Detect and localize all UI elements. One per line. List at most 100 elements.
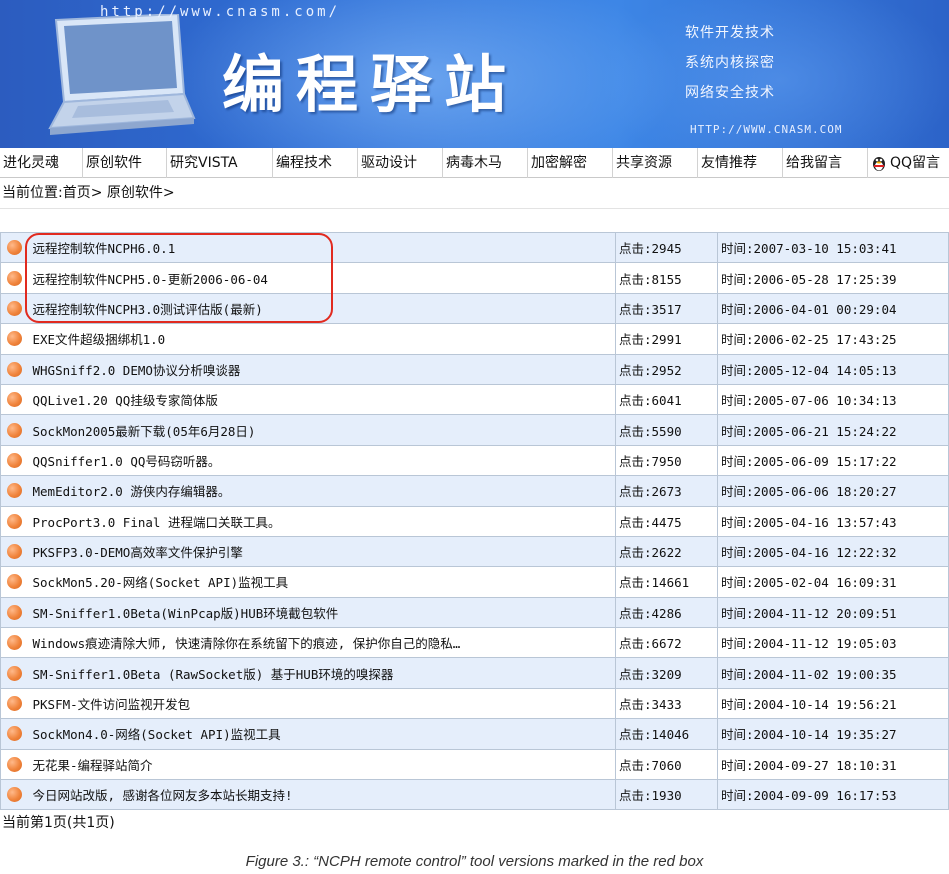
article-title-link[interactable]: QQLive1.20 QQ挂级专家简体版 [33,393,218,408]
nav-item-original-software[interactable]: 原创软件 [83,148,167,178]
bullet-icon [7,604,23,620]
article-title-link[interactable]: SockMon5.20-网络(Socket API)监视工具 [33,575,289,590]
nav-item-vista[interactable]: 研究VISTA [167,148,273,178]
bullet-icon [7,726,23,742]
row-title-cell: 远程控制软件NCPH6.0.1 [28,231,616,264]
bullet-icon [7,392,23,408]
row-bullet-cell [0,505,29,537]
article-title-link[interactable]: SockMon2005最新下载(05年6月28日) [33,424,256,439]
article-title-link[interactable]: MemEditor2.0 游侠内存编辑器。 [33,484,231,499]
row-clicks-cell: 点击:14661 [615,566,718,598]
row-time-cell: 时间:2004-11-02 19:00:35 [717,657,949,689]
article-title-link[interactable]: WHGSniff2.0 DEMO协议分析嗅谈器 [33,363,241,378]
row-title-cell: SockMon4.0-网络(Socket API)监视工具 [28,718,616,750]
table-row: SockMon2005最新下载(05年6月28日) 点击:5590 时间:2005-… [0,414,949,446]
row-clicks-cell: 点击:7060 [615,748,718,781]
row-title-cell: PKSFM-文件访问监视开发包 [28,687,616,720]
row-title-cell: Windows痕迹清除大师, 快速清除你在系统留下的痕迹, 保护你自己的隐私… [28,627,616,659]
row-time-cell: 时间:2006-02-25 17:43:25 [717,323,949,355]
row-time-cell: 时间:2004-11-12 20:09:51 [717,596,949,629]
nav-item-programming[interactable]: 编程技术 [273,148,358,178]
article-title-link[interactable]: ProcPort3.0 Final 进程端口关联工具。 [33,515,281,530]
software-list-table: 远程控制软件NCPH6.0.1 点击:2945 时间:2007-03-10 15:0… [0,231,949,811]
row-clicks-cell: 点击:6041 [615,383,718,416]
row-title-cell: 无花果-编程驿站简介 [28,748,616,781]
row-clicks-cell: 点击:5590 [615,414,718,446]
bullet-icon [7,544,23,560]
row-time-cell: 时间:2005-06-21 15:24:22 [717,414,949,446]
article-title-link[interactable]: 无花果-编程驿站简介 [33,758,153,773]
row-bullet-cell [0,718,29,750]
row-time-cell: 时间:2004-09-27 18:10:31 [717,748,949,781]
bullet-icon [7,665,23,681]
row-title-cell: ProcPort3.0 Final 进程端口关联工具。 [28,505,616,537]
nav-item-driver-design[interactable]: 驱动设计 [358,148,443,178]
article-title-link[interactable]: SM-Sniffer1.0Beta (RawSocket版) 基于HUB环境的嗅… [33,667,394,682]
table-row: 远程控制软件NCPH6.0.1 点击:2945 时间:2007-03-10 15:0… [0,231,949,264]
table-row: SM-Sniffer1.0Beta(WinPcap版)HUB环境截包软件 点击:4… [0,596,949,629]
article-title-link[interactable]: SockMon4.0-网络(Socket API)监视工具 [33,727,281,742]
bullet-icon [7,422,23,438]
row-time-cell: 时间:2004-09-09 16:17:53 [717,779,949,811]
row-bullet-cell [0,414,29,446]
row-title-cell: SM-Sniffer1.0Beta (RawSocket版) 基于HUB环境的嗅… [28,657,616,689]
table-row: PKSFP3.0-DEMO高效率文件保护引擎 点击:2622 时间:2005-04-… [0,535,949,568]
row-clicks-cell: 点击:2673 [615,475,718,507]
row-title-cell: QQSniffer1.0 QQ号码窃听器。 [28,444,616,477]
nav-item-virus-trojan[interactable]: 病毒木马 [443,148,528,178]
row-clicks-cell: 点击:1930 [615,779,718,811]
nav-item-shared-resources[interactable]: 共享资源 [613,148,698,178]
row-bullet-cell [0,262,29,294]
row-clicks-cell: 点击:14046 [615,718,718,750]
breadcrumb: 当前位置:首页> 原创软件> [2,182,175,204]
figure-caption: Figure 3.: “NCPH remote control” tool ve… [245,853,704,870]
article-title-link[interactable]: SM-Sniffer1.0Beta(WinPcap版)HUB环境截包软件 [33,606,339,621]
bullet-icon [7,240,23,256]
divider [0,208,949,209]
row-title-cell: PKSFP3.0-DEMO高效率文件保护引擎 [28,535,616,568]
article-title-link[interactable]: PKSFM-文件访问监视开发包 [33,697,191,712]
nav-item-encryption[interactable]: 加密解密 [528,148,613,178]
row-title-cell: SockMon5.20-网络(Socket API)监视工具 [28,566,616,598]
bullet-icon [7,361,23,377]
row-title-cell: 今日网站改版, 感谢各位网友多本站长期支持! [28,779,616,811]
row-bullet-cell [0,687,29,720]
row-bullet-cell [0,475,29,507]
row-bullet-cell [0,231,29,264]
bullet-icon [7,756,23,772]
article-title-link[interactable]: 远程控制软件NCPH6.0.1 [33,241,176,256]
slogan-1: 软件开发技术 [685,25,775,41]
breadcrumb-home-link[interactable]: 首页> [63,185,103,201]
article-title-link[interactable]: 远程控制软件NCPH5.0-更新2006-06-04 [33,272,268,287]
row-clicks-cell: 点击:8155 [615,262,718,294]
bullet-icon [7,270,23,286]
site-banner: http://www.cnasm.com/ 编程驿站 软件开发技术 系统内核探密… [0,0,949,148]
table-row: QQLive1.20 QQ挂级专家简体版 点击:6041 时间:2005-07-06… [0,383,949,416]
bullet-icon [7,787,23,803]
row-time-cell: 时间:2004-10-14 19:56:21 [717,687,949,720]
bullet-icon [7,452,23,468]
table-row: SockMon4.0-网络(Socket API)监视工具 点击:14046 时间:… [0,718,949,750]
row-time-cell: 时间:2005-06-06 18:20:27 [717,475,949,507]
breadcrumb-current-link[interactable]: 原创软件> [107,185,175,201]
row-title-cell: QQLive1.20 QQ挂级专家简体版 [28,383,616,416]
article-title-link[interactable]: Windows痕迹清除大师, 快速清除你在系统留下的痕迹, 保护你自己的隐私… [33,636,461,651]
article-title-link[interactable]: PKSFP3.0-DEMO高效率文件保护引擎 [33,545,243,560]
table-row: ProcPort3.0 Final 进程端口关联工具。 点击:4475 时间:200… [0,505,949,537]
row-title-cell: 远程控制软件NCPH5.0-更新2006-06-04 [28,262,616,294]
laptop-illustration-icon [48,14,196,135]
banner-url: http://www.cnasm.com/ [100,4,341,20]
nav-item-recommendations[interactable]: 友情推荐 [698,148,783,178]
row-bullet-cell [0,627,29,659]
row-title-cell: WHGSniff2.0 DEMO协议分析嗅谈器 [28,353,616,385]
nav-item-guestbook[interactable]: 给我留言 [783,148,868,178]
row-bullet-cell [0,353,29,385]
article-title-link[interactable]: 今日网站改版, 感谢各位网友多本站长期支持! [33,788,293,803]
bullet-icon [7,331,23,347]
nav-item-evolution[interactable]: 进化灵魂 [0,148,83,178]
article-title-link[interactable]: EXE文件超级捆绑机1.0 [33,332,166,347]
article-title-link[interactable]: 远程控制软件NCPH3.0测试评估版(最新) [33,302,263,317]
site-title: 编程驿站 [222,48,519,121]
article-title-link[interactable]: QQSniffer1.0 QQ号码窃听器。 [33,454,221,469]
nav-item-qq-message[interactable]: QQ留言 [868,148,949,178]
